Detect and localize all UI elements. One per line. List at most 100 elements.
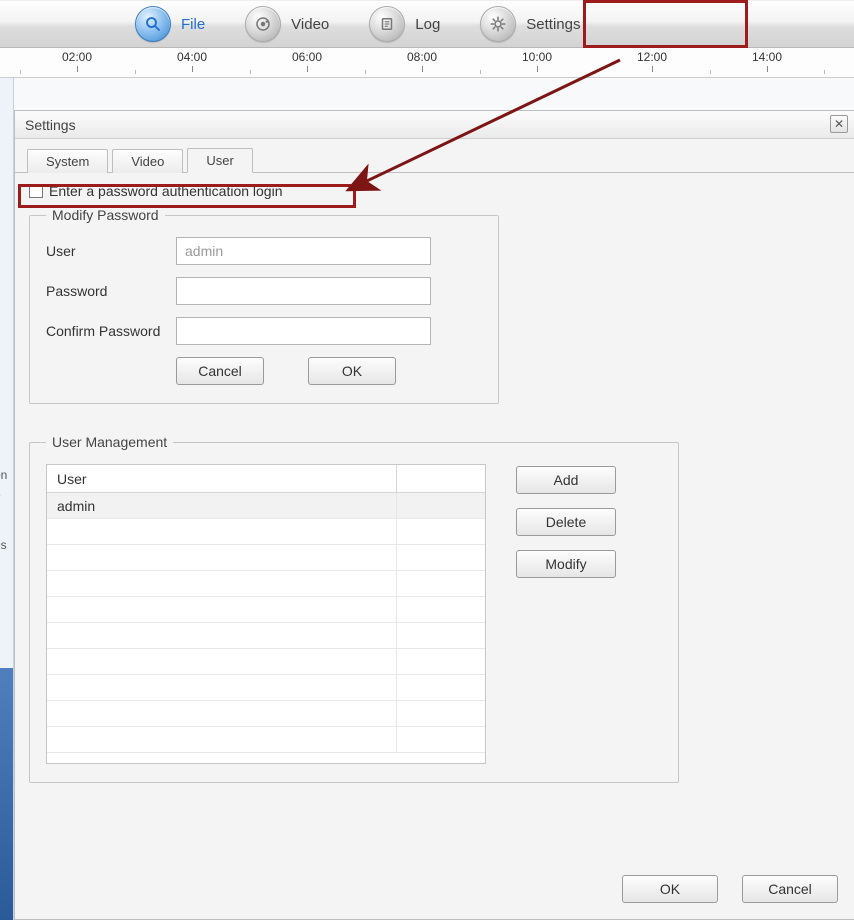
timeline-ruler[interactable]: 02:00 04:00 06:00 08:00 10:00 12:00 14:00 bbox=[0, 48, 854, 78]
button-label: Delete bbox=[546, 514, 586, 530]
user-cell bbox=[57, 675, 397, 700]
main-toolbar: File Video Log Settings bbox=[0, 0, 854, 48]
timeline-tick-minor bbox=[480, 70, 481, 74]
table-row[interactable] bbox=[47, 545, 485, 571]
button-label: Modify bbox=[545, 556, 586, 572]
tab-video[interactable]: Video bbox=[112, 149, 183, 173]
dialog-title-text: Settings bbox=[25, 117, 76, 133]
fragment-text: es bbox=[0, 538, 7, 552]
dialog-close-button[interactable]: ✕ bbox=[830, 115, 848, 133]
dialog-cancel-button[interactable]: Cancel bbox=[742, 875, 838, 903]
password-field[interactable] bbox=[176, 277, 431, 305]
timeline-tick bbox=[77, 66, 78, 72]
fragment-text: on bbox=[0, 468, 7, 482]
user-cell bbox=[57, 519, 397, 544]
timeline-tick bbox=[422, 66, 423, 72]
table-row[interactable] bbox=[47, 727, 485, 753]
timeline-tick-label: 10:00 bbox=[522, 50, 552, 64]
timeline-tick bbox=[537, 66, 538, 72]
toolbar-item-log[interactable]: Log bbox=[369, 0, 462, 48]
settings-tabstrip: System Video User bbox=[15, 139, 854, 173]
timeline-tick-label: 12:00 bbox=[637, 50, 667, 64]
add-user-button[interactable]: Add bbox=[516, 466, 616, 494]
user-cell bbox=[57, 571, 397, 596]
toolbar-item-settings[interactable]: Settings bbox=[480, 0, 602, 48]
auth-checkbox-label: Enter a password authentication login bbox=[49, 183, 282, 199]
timeline-tick-minor bbox=[595, 70, 596, 74]
user-cell bbox=[57, 545, 397, 570]
user-table[interactable]: User admin bbox=[46, 464, 486, 764]
gear-icon bbox=[480, 6, 516, 42]
tab-label: User bbox=[206, 153, 233, 168]
left-panel-fragment: on e es bbox=[0, 78, 14, 920]
table-row[interactable] bbox=[47, 597, 485, 623]
timeline-tick-minor bbox=[250, 70, 251, 74]
fragment-text: e bbox=[0, 488, 1, 502]
timeline-tick bbox=[192, 66, 193, 72]
timeline-tick-minor bbox=[824, 70, 825, 74]
timeline-tick-label: 14:00 bbox=[752, 50, 782, 64]
table-row[interactable] bbox=[47, 675, 485, 701]
user-table-header: User bbox=[47, 465, 485, 493]
tab-user[interactable]: User bbox=[187, 148, 252, 173]
delete-user-button[interactable]: Delete bbox=[516, 508, 616, 536]
tab-system[interactable]: System bbox=[27, 149, 108, 173]
user-field[interactable] bbox=[176, 237, 431, 265]
user-cell bbox=[57, 701, 397, 726]
auth-checkbox[interactable] bbox=[29, 184, 43, 198]
timeline-tick bbox=[307, 66, 308, 72]
settings-dialog: Settings ✕ System Video User Enter a pas… bbox=[14, 110, 854, 920]
modify-cancel-button[interactable]: Cancel bbox=[176, 357, 264, 385]
button-label: OK bbox=[660, 881, 680, 897]
fragment-panel bbox=[0, 668, 14, 920]
auth-login-row: Enter a password authentication login bbox=[29, 183, 840, 199]
confirm-password-label: Confirm Password bbox=[46, 323, 176, 339]
confirm-password-field[interactable] bbox=[176, 317, 431, 345]
user-management-group: User Management User admin Add Delete Mo… bbox=[29, 434, 679, 783]
table-row[interactable] bbox=[47, 519, 485, 545]
timeline-tick-minor bbox=[710, 70, 711, 74]
button-label: Cancel bbox=[768, 881, 812, 897]
timeline-tick-minor bbox=[365, 70, 366, 74]
modify-user-button[interactable]: Modify bbox=[516, 550, 616, 578]
user-cell: admin bbox=[57, 493, 397, 518]
video-icon bbox=[245, 6, 281, 42]
close-icon: ✕ bbox=[834, 117, 844, 131]
user-table-body: admin bbox=[47, 493, 485, 763]
tab-label: System bbox=[46, 154, 89, 169]
table-row[interactable] bbox=[47, 701, 485, 727]
timeline-tick-label: 04:00 bbox=[177, 50, 207, 64]
user-cell bbox=[57, 649, 397, 674]
timeline-tick-label: 02:00 bbox=[62, 50, 92, 64]
timeline-tick-label: 08:00 bbox=[407, 50, 437, 64]
timeline-tick bbox=[767, 66, 768, 72]
dialog-titlebar: Settings ✕ bbox=[15, 111, 854, 139]
column-user: User bbox=[47, 465, 397, 492]
button-label: OK bbox=[342, 363, 362, 379]
search-icon bbox=[135, 6, 171, 42]
user-cell bbox=[57, 623, 397, 648]
toolbar-item-video[interactable]: Video bbox=[245, 0, 351, 48]
timeline-tick-label: 06:00 bbox=[292, 50, 322, 64]
dialog-footer: OK Cancel bbox=[622, 875, 838, 903]
button-label: Add bbox=[554, 472, 579, 488]
modify-password-group: Modify Password User Password Confirm Pa… bbox=[29, 207, 499, 404]
table-row[interactable] bbox=[47, 623, 485, 649]
user-cell bbox=[57, 727, 397, 752]
dialog-ok-button[interactable]: OK bbox=[622, 875, 718, 903]
toolbar-label: Settings bbox=[526, 16, 580, 33]
button-label: Cancel bbox=[198, 363, 242, 379]
table-row[interactable] bbox=[47, 649, 485, 675]
table-row[interactable]: admin bbox=[47, 493, 485, 519]
table-row[interactable] bbox=[47, 571, 485, 597]
user-management-legend: User Management bbox=[46, 434, 173, 450]
toolbar-label: Video bbox=[291, 16, 329, 33]
user-tab-panel: Enter a password authentication login Mo… bbox=[15, 173, 854, 827]
modify-ok-button[interactable]: OK bbox=[308, 357, 396, 385]
toolbar-label: Log bbox=[415, 16, 440, 33]
timeline-tick-minor bbox=[135, 70, 136, 74]
user-cell bbox=[57, 597, 397, 622]
modify-password-legend: Modify Password bbox=[46, 207, 165, 223]
user-label: User bbox=[46, 243, 176, 259]
toolbar-item-file[interactable]: File bbox=[135, 0, 227, 48]
